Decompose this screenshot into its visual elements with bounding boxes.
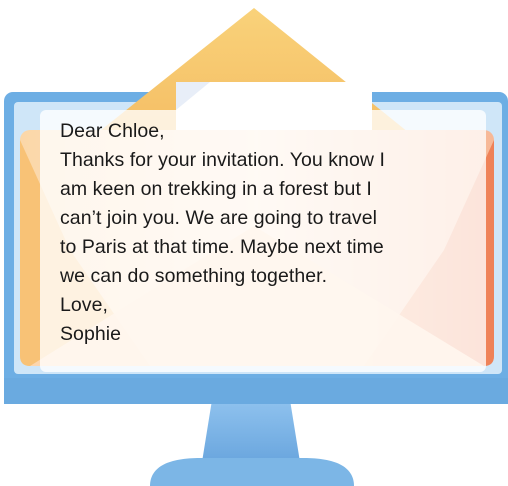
letter-greeting: Dear Chloe, bbox=[60, 120, 165, 142]
letter-body-line: Thanks for your invitation. You know I bbox=[60, 149, 385, 171]
letter-body-line: am keen on trekking in a forest but I bbox=[60, 178, 372, 200]
letter-closing: Love, bbox=[60, 294, 108, 316]
letter-signature: Sophie bbox=[60, 323, 122, 345]
monitor-stand bbox=[150, 400, 354, 486]
email-illustration: Dear Chloe, Thanks for your invitation. … bbox=[0, 0, 508, 486]
letter-text: Dear Chloe, Thanks for your invitation. … bbox=[60, 117, 490, 349]
letter-body-line: we can do something together. bbox=[60, 265, 328, 287]
letter-body-line: to Paris at that time. Maybe next time bbox=[60, 236, 384, 258]
letter-body-line: can’t join you. We are going to travel bbox=[60, 207, 377, 229]
